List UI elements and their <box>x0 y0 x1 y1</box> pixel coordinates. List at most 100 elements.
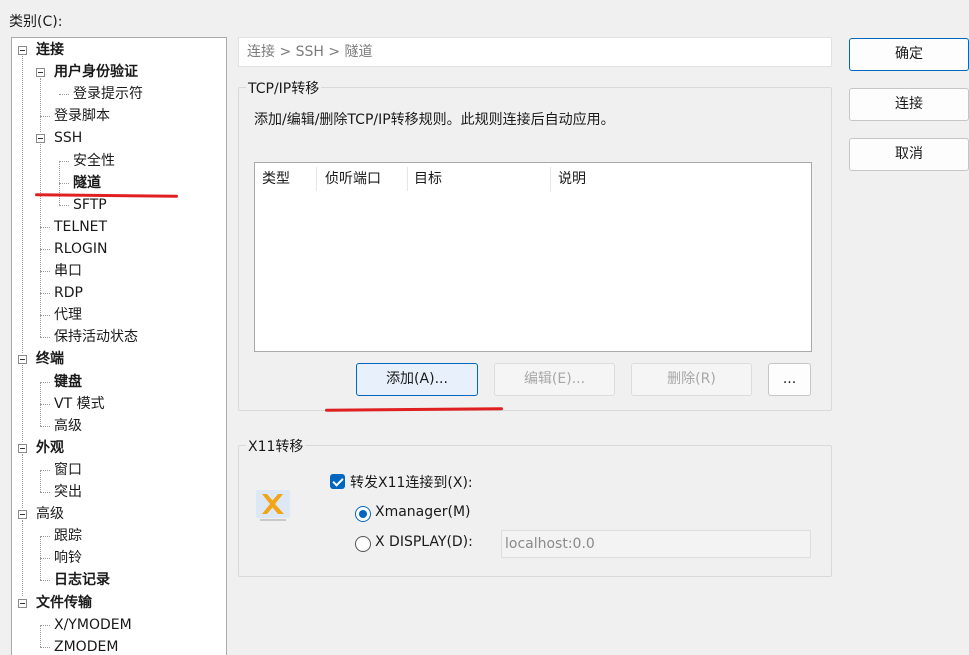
tree-connector <box>40 315 50 317</box>
tree-connector <box>22 56 23 354</box>
tree-connector <box>22 365 23 442</box>
tree-collapse-icon[interactable] <box>18 510 27 520</box>
tree-item[interactable]: SSH <box>54 127 82 149</box>
tree-connector <box>40 381 50 383</box>
tree-item[interactable]: 登录脚本 <box>54 105 110 127</box>
xdisplay-radio[interactable] <box>355 536 371 552</box>
tree-item[interactable]: 高级 <box>54 415 82 437</box>
tree-collapse-icon[interactable] <box>36 68 45 78</box>
more-button[interactable]: ... <box>768 363 811 396</box>
tree-connector <box>40 469 50 471</box>
tree-item[interactable]: 终端 <box>36 348 64 370</box>
tree-item[interactable]: SFTP <box>73 194 107 216</box>
tree-connector <box>40 116 41 133</box>
tree-item[interactable]: 代理 <box>54 304 82 326</box>
tcp-group-title: TCP/IP转移 <box>246 78 322 98</box>
tree-connector <box>40 646 50 648</box>
tree-connector <box>40 144 41 227</box>
tree-collapse-icon[interactable] <box>18 355 27 365</box>
tree-item[interactable]: ZMODEM <box>54 636 118 655</box>
annotation-underline-add <box>324 407 504 412</box>
tree-connector <box>40 580 50 582</box>
tree-connector <box>40 315 41 338</box>
tree-connector <box>59 204 69 206</box>
xmanager-radio[interactable] <box>355 506 371 522</box>
tree-connector <box>40 403 50 405</box>
tree-connector <box>59 182 69 184</box>
tree-connector <box>59 94 69 96</box>
forward-x11-label[interactable]: 转发X11连接到(X): <box>350 472 473 492</box>
tree-item[interactable]: X/YMODEM <box>54 614 132 636</box>
tree-connector <box>40 116 50 118</box>
tree-connector <box>40 492 50 493</box>
tree-connector <box>40 226 50 228</box>
tree-connector <box>40 624 50 626</box>
category-label: 类别(C): <box>9 14 63 30</box>
tree-item[interactable]: 日志记录 <box>54 569 110 591</box>
tree-item[interactable]: 用户身份验证 <box>54 61 138 83</box>
x11-group-title: X11转移 <box>246 436 306 456</box>
tree-connector <box>40 558 50 560</box>
tree-connector <box>59 160 60 183</box>
add-button[interactable]: 添加(A)... <box>356 363 478 396</box>
tree-item[interactable]: RDP <box>54 282 83 304</box>
tree-item[interactable]: 隧道 <box>73 172 101 194</box>
tree-connector <box>22 520 23 597</box>
xmanager-logo-icon <box>256 490 290 521</box>
tree-connector <box>40 271 50 272</box>
tree-item[interactable]: 登录提示符 <box>73 83 143 105</box>
edit-button[interactable]: 编辑(E)... <box>494 363 615 396</box>
tree-collapse-icon[interactable] <box>18 443 27 453</box>
tree-item[interactable]: 响铃 <box>54 547 82 569</box>
xdisplay-radio-label[interactable]: X DISPLAY(D): <box>375 534 473 550</box>
tree-connector <box>40 536 41 559</box>
column-header-description[interactable]: 说明 <box>551 167 751 191</box>
category-tree[interactable]: 连接 用户身份验证 登录提示符 登录脚本 SSH 安全性 隧道 SFTP TELNET RLOGI… <box>11 37 227 655</box>
column-header-destination[interactable]: 目标 <box>407 167 551 191</box>
tree-item[interactable]: 键盘 <box>54 371 82 393</box>
tree-connector <box>40 624 41 647</box>
tree-item[interactable]: 突出 <box>54 481 82 503</box>
tree-connector <box>40 469 41 492</box>
tree-connector <box>40 536 50 538</box>
tree-item[interactable]: VT 模式 <box>54 393 105 415</box>
breadcrumb: 连接 > SSH > 隧道 <box>238 37 832 67</box>
tree-connector <box>40 248 50 250</box>
column-header-listen-port[interactable]: 侦听端口 <box>318 167 408 191</box>
tree-collapse-icon[interactable] <box>18 46 27 55</box>
tree-item[interactable]: 保持活动状态 <box>54 326 138 348</box>
tree-collapse-icon[interactable] <box>36 134 45 144</box>
column-header-type[interactable]: 类型 <box>255 167 317 191</box>
connect-button[interactable]: 连接 <box>849 88 969 121</box>
tree-connector <box>40 226 41 249</box>
tree-item[interactable]: RLOGIN <box>54 238 108 260</box>
tree-item[interactable]: 外观 <box>36 437 64 459</box>
tree-item[interactable]: TELNET <box>54 216 107 238</box>
tree-connector <box>40 337 50 339</box>
tree-connector <box>40 293 41 316</box>
tree-connector <box>40 271 41 294</box>
tree-connector <box>40 425 50 427</box>
tree-connector <box>40 293 50 295</box>
ok-button[interactable]: 确定 <box>849 38 969 71</box>
delete-button[interactable]: 删除(R) <box>631 363 752 396</box>
tree-item[interactable]: 安全性 <box>73 150 115 172</box>
forward-x11-checkbox[interactable] <box>330 474 345 489</box>
tree-item[interactable]: 串口 <box>54 260 82 282</box>
tree-connector <box>40 381 41 404</box>
tree-connector <box>40 403 41 426</box>
tree-collapse-icon[interactable] <box>18 598 27 608</box>
tree-connector <box>22 453 23 509</box>
xdisplay-input[interactable]: localhost:0.0 <box>501 530 811 558</box>
tree-connector <box>40 558 41 581</box>
xmanager-radio-label[interactable]: Xmanager(M) <box>375 504 471 520</box>
tree-connector <box>59 160 69 162</box>
tree-item[interactable]: 窗口 <box>54 459 82 481</box>
tcp-rules-list[interactable]: 类型 侦听端口 目标 说明 <box>254 162 812 352</box>
tree-connector <box>40 78 41 117</box>
tree-item[interactable]: 高级 <box>36 503 64 525</box>
tree-item[interactable]: 文件传输 <box>36 592 92 614</box>
cancel-button[interactable]: 取消 <box>849 138 969 171</box>
tree-item[interactable]: 跟踪 <box>54 525 82 547</box>
tree-item[interactable]: 连接 <box>36 39 64 61</box>
